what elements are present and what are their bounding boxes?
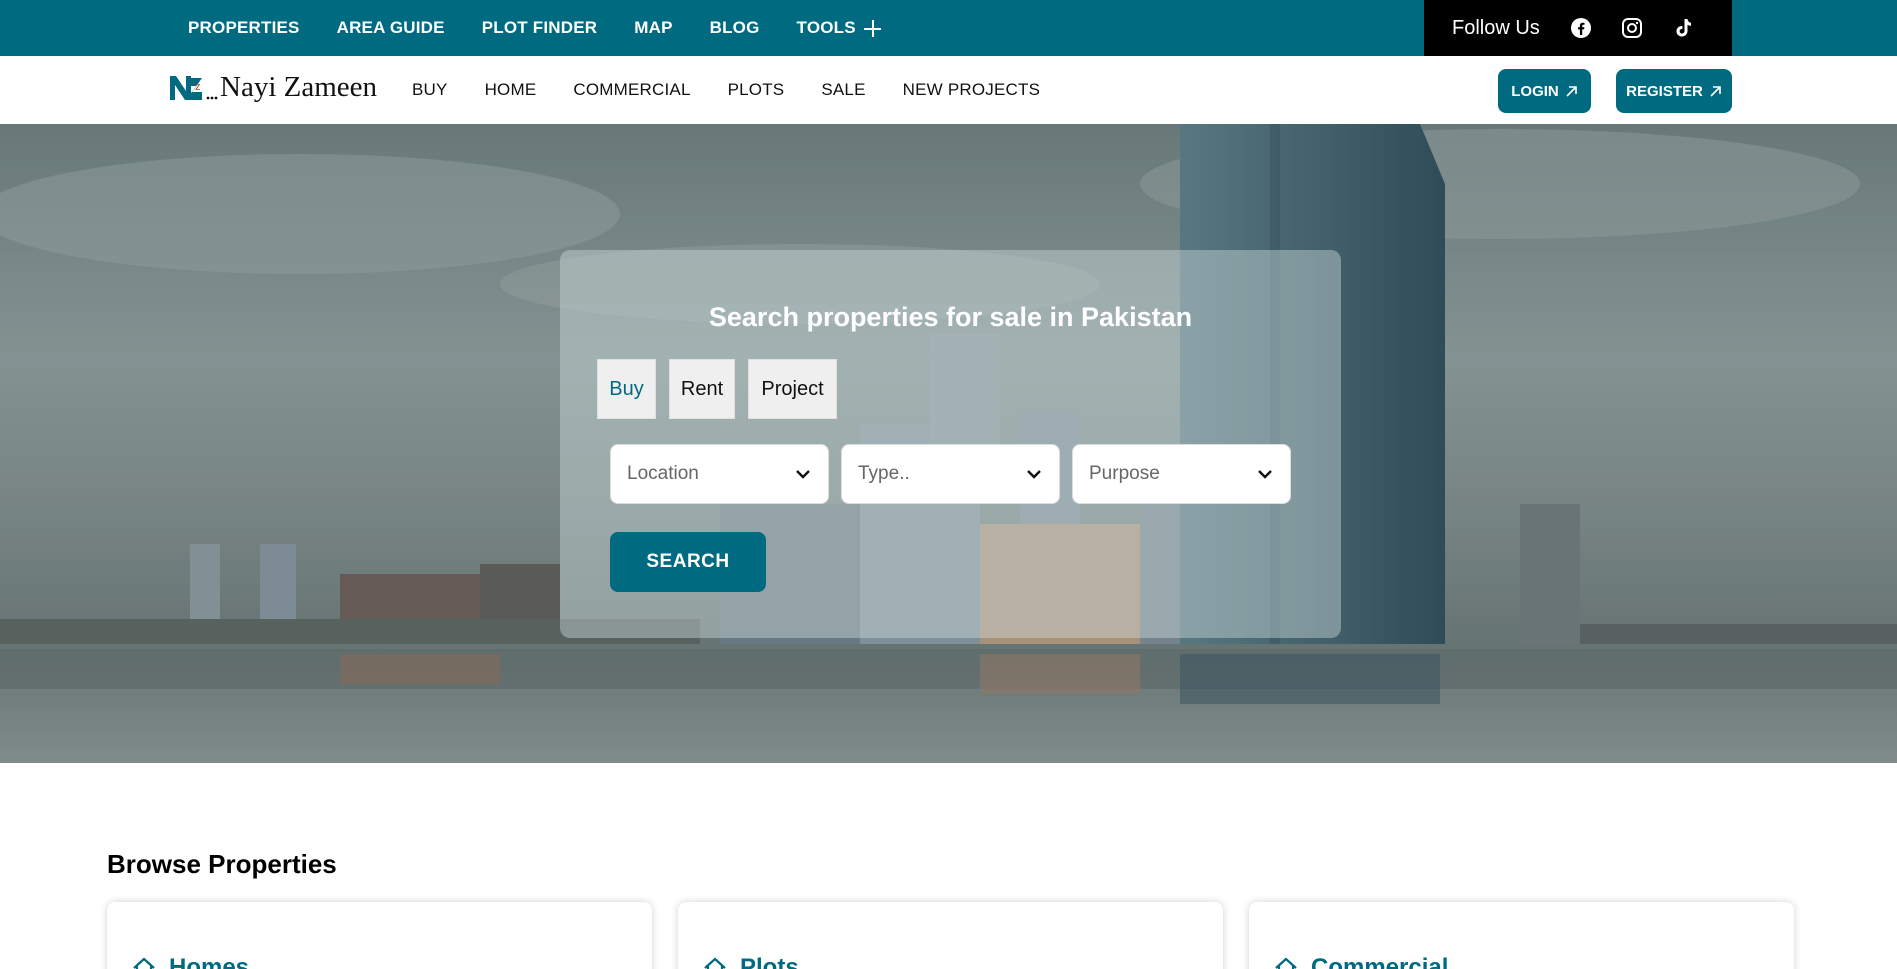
type-select[interactable]: Type.. [841, 444, 1060, 504]
tab-rent[interactable]: Rent [669, 359, 735, 419]
card-header: Commercial [1273, 954, 1448, 969]
search-button[interactable]: SEARCH [610, 532, 766, 592]
home-icon [702, 956, 728, 969]
browse-card-plots[interactable]: Plots [678, 902, 1223, 969]
facebook-icon[interactable] [1570, 17, 1592, 39]
top-nav-blog[interactable]: BLOG [710, 18, 760, 38]
register-label: REGISTER [1626, 82, 1703, 100]
login-button[interactable]: LOGIN [1498, 69, 1591, 113]
nav-new-projects[interactable]: NEW PROJECTS [903, 80, 1040, 100]
logo-mark-icon: z [170, 76, 218, 100]
search-tabs: Buy Rent Project [597, 359, 837, 419]
top-nav-tools-label: TOOLS [796, 18, 856, 37]
chevron-down-icon [1025, 465, 1043, 483]
instagram-icon[interactable] [1621, 17, 1643, 39]
card-header: Plots [702, 954, 799, 969]
browse-properties-heading: Browse Properties [107, 849, 337, 879]
logo-text: Nayi Zameen [220, 71, 378, 103]
card-header: Homes [131, 954, 249, 969]
top-nav-map[interactable]: MAP [634, 18, 672, 38]
top-nav: PROPERTIES AREA GUIDE PLOT FINDER MAP BL… [188, 0, 881, 56]
nav-sale[interactable]: SALE [821, 80, 865, 100]
hero-section: Search properties for sale in Pakistan B… [0, 124, 1897, 763]
top-nav-tools[interactable]: TOOLS [797, 18, 881, 38]
social-links [1570, 17, 1694, 39]
location-placeholder: Location [627, 463, 699, 484]
svg-text:z: z [195, 81, 201, 93]
type-placeholder: Type.. [858, 463, 910, 484]
main-nav: BUY HOME COMMERCIAL PLOTS SALE NEW PROJE… [412, 56, 1040, 124]
home-icon [131, 956, 157, 969]
login-label: LOGIN [1511, 82, 1559, 100]
chevron-down-icon [1256, 465, 1274, 483]
tiktok-icon[interactable] [1672, 17, 1694, 39]
search-panel: Search properties for sale in Pakistan B… [560, 250, 1341, 638]
home-icon [1273, 956, 1299, 969]
follow-us-bar: Follow Us [1424, 0, 1732, 56]
card-title: Homes [169, 954, 250, 969]
nav-home[interactable]: HOME [485, 80, 537, 100]
nav-commercial[interactable]: COMMERCIAL [573, 80, 690, 100]
card-title: Commercial [1311, 954, 1449, 969]
plus-icon [863, 19, 881, 37]
card-title: Plots [740, 954, 799, 969]
search-title: Search properties for sale in Pakistan [708, 302, 1193, 332]
main-header: z Nayi Zameen BUY HOME COMMERCIAL PLOTS … [0, 56, 1897, 124]
top-bar: PROPERTIES AREA GUIDE PLOT FINDER MAP BL… [0, 0, 1897, 56]
top-nav-properties[interactable]: PROPERTIES [188, 18, 300, 38]
purpose-placeholder: Purpose [1089, 463, 1160, 484]
nav-buy[interactable]: BUY [412, 80, 448, 100]
browse-card-commercial[interactable]: Commercial [1249, 902, 1794, 969]
tab-buy[interactable]: Buy [597, 359, 656, 419]
browse-card-homes[interactable]: Homes [107, 902, 652, 969]
chevron-down-icon [794, 465, 812, 483]
purpose-select[interactable]: Purpose [1072, 444, 1291, 504]
tab-project[interactable]: Project [748, 359, 837, 419]
register-button[interactable]: REGISTER [1616, 69, 1732, 113]
top-nav-plot-finder[interactable]: PLOT FINDER [482, 18, 598, 38]
nav-plots[interactable]: PLOTS [728, 80, 785, 100]
top-nav-area-guide[interactable]: AREA GUIDE [337, 18, 445, 38]
search-filters: Location Type.. Purpose [610, 444, 1291, 504]
follow-us-label: Follow Us [1452, 16, 1540, 39]
site-logo[interactable]: z Nayi Zameen [168, 72, 377, 102]
location-select[interactable]: Location [610, 444, 829, 504]
arrow-up-right-icon [1709, 85, 1722, 98]
arrow-up-right-icon [1565, 85, 1578, 98]
